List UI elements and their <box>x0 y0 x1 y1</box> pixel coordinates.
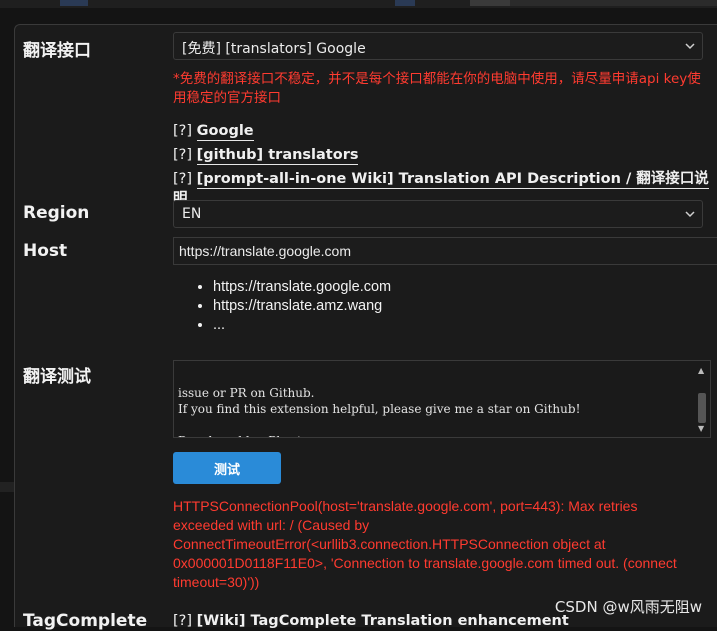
region-select[interactable]: EN <box>173 200 703 228</box>
background-tab <box>470 0 510 6</box>
chevron-down-icon <box>685 43 695 50</box>
scroll-thumb[interactable] <box>698 393 706 423</box>
list-item: ... <box>213 316 391 335</box>
test-textarea[interactable]: issue or PR on Github. If you find this … <box>173 360 711 438</box>
help-link-text[interactable]: [Wiki] TagComplete Translation enhanceme… <box>197 613 569 629</box>
background-tab <box>60 0 88 6</box>
tagcomplete-help-link[interactable]: [?] [Wiki] TagComplete Translation enhan… <box>173 613 569 629</box>
translator-label: 翻译接口 <box>23 41 91 61</box>
test-label: 翻译测试 <box>23 367 91 387</box>
help-link-wiki[interactable]: [?] [prompt-all-in-one Wiki] Translation… <box>173 169 717 209</box>
tagcomplete-label: TagComplete <box>23 611 148 631</box>
help-link-text[interactable]: Google <box>196 123 254 141</box>
translator-help-links: [?] Google [?] [github] translators [?] … <box>173 121 717 209</box>
region-label: Region <box>23 203 90 223</box>
region-select-value: EN <box>182 206 202 222</box>
watermark: CSDN @w风雨无阻w <box>554 598 702 616</box>
help-link-translators[interactable]: [?] [github] translators <box>173 145 717 169</box>
test-textarea-content: issue or PR on Github. If you find this … <box>178 386 581 437</box>
chevron-down-icon <box>685 211 695 218</box>
textarea-scrollbar[interactable]: ▲ ▼ <box>696 363 708 437</box>
background-tab <box>395 0 415 6</box>
background-tab-strip <box>0 0 717 8</box>
scroll-down-icon[interactable]: ▼ <box>698 421 704 437</box>
list-item: https://translate.amz.wang <box>213 297 391 316</box>
translator-select[interactable]: [免费] [translators] Google <box>173 32 703 60</box>
host-input[interactable]: https://translate.google.com <box>173 237 717 265</box>
translator-select-value: [免费] [translators] Google <box>182 41 366 57</box>
help-link-text[interactable]: [github] translators <box>196 147 359 165</box>
scroll-up-icon[interactable]: ▲ <box>698 363 704 379</box>
translator-warning: *免费的翻译接口不稳定，并不是每个接口都能在你的电脑中使用，请尽量申请api k… <box>173 71 701 106</box>
test-button[interactable]: 测试 <box>173 452 281 484</box>
host-options-list: https://translate.google.com https://tra… <box>195 278 391 335</box>
help-link-google[interactable]: [?] Google <box>173 121 717 145</box>
background-tab <box>510 0 717 6</box>
list-item: https://translate.google.com <box>213 278 391 297</box>
test-error-message: HTTPSConnectionPool(host='translate.goog… <box>173 498 677 590</box>
host-label: Host <box>23 241 68 261</box>
